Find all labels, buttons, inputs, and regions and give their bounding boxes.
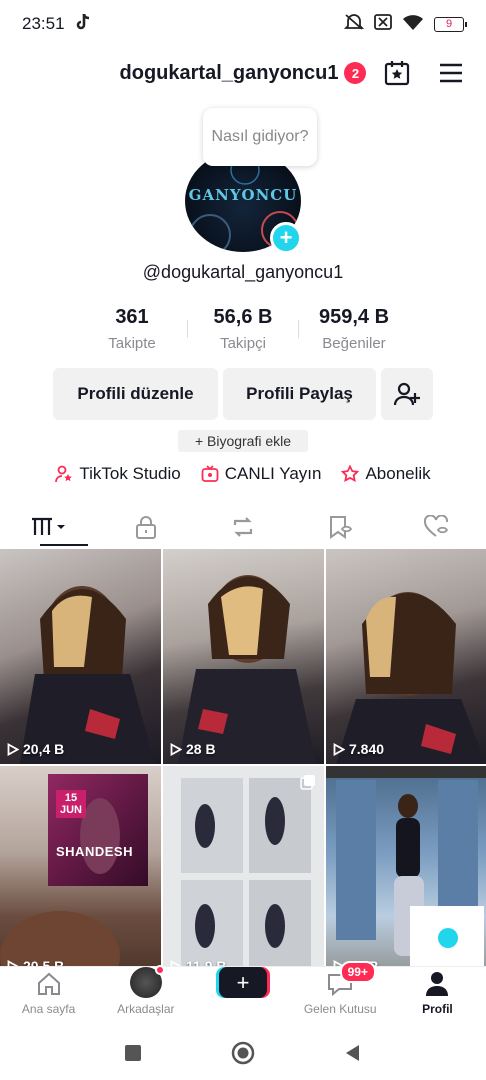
video-grid-icon xyxy=(31,517,65,535)
stat-likes[interactable]: 959,4 B Beğeniler xyxy=(299,306,409,352)
profile-header: dogukartal_ganyoncu1 2 xyxy=(0,48,486,98)
video-thumbnail[interactable]: 20,4 B xyxy=(0,549,161,764)
profile-icon xyxy=(426,972,449,996)
add-friend-button[interactable] xyxy=(381,368,433,420)
add-person-icon xyxy=(393,382,420,406)
home-icon xyxy=(37,972,60,995)
view-count: 28 B xyxy=(170,741,216,757)
profile-stats: 361 Takipte 56,6 B Takipçi 959,4 B Beğen… xyxy=(0,306,486,352)
heart-hidden-icon xyxy=(424,515,449,537)
view-count: 7.840 xyxy=(333,741,384,757)
subscription-label: Abonelik xyxy=(365,464,431,483)
stat-followers[interactable]: 56,6 B Takipçi xyxy=(188,306,298,352)
mute-icon xyxy=(343,13,365,36)
nav-profile-label: Profil xyxy=(422,1002,453,1016)
bottom-navigation: Ana sayfa Arkadaşlar + 99+ Gelen Kutusu … xyxy=(0,961,486,1026)
lock-icon xyxy=(135,516,156,539)
video-grid: 20,4 B 28 B 7.840 15 JUN SHANDESH 20,5 B… xyxy=(0,549,486,981)
stat-likes-label: Beğeniler xyxy=(322,335,386,352)
friends-notification-dot xyxy=(154,965,165,975)
stat-followers-value: 56,6 B xyxy=(213,306,273,328)
play-icon xyxy=(170,742,182,756)
back-icon[interactable] xyxy=(343,1043,363,1063)
menu-icon[interactable] xyxy=(436,58,466,88)
tab-reposts[interactable] xyxy=(194,505,291,549)
play-icon xyxy=(333,742,345,756)
video-thumbnail[interactable]: 15 JUN SHANDESH 20,5 B xyxy=(0,766,161,981)
view-count-value: 7.840 xyxy=(349,741,385,757)
profile-handle: @dogukartal_ganyoncu1 xyxy=(142,262,344,282)
view-count-value: 20,4 B xyxy=(23,741,65,757)
no-sim-icon xyxy=(374,13,392,35)
carousel-icon xyxy=(300,775,315,790)
bookmark-hidden-icon xyxy=(330,516,353,539)
add-bio-button[interactable]: + Biyografi ekle xyxy=(178,430,308,452)
subscription-star-icon xyxy=(341,465,360,482)
subscription-link[interactable]: Abonelik xyxy=(341,464,431,484)
content-tabs xyxy=(0,505,486,549)
nav-create[interactable]: + xyxy=(194,967,291,1026)
stat-following-value: 361 xyxy=(115,306,149,328)
add-story-button[interactable]: + xyxy=(270,222,302,254)
video-thumbnail[interactable]: 7.840 xyxy=(326,549,486,764)
tab-videos[interactable] xyxy=(0,505,97,549)
quick-links: TikTok Studio CANLI Yayın Abonelik xyxy=(0,464,486,484)
nav-inbox-label: Gelen Kutusu xyxy=(303,1002,377,1016)
view-count-value: 28 B xyxy=(186,741,216,757)
home-circle-icon[interactable] xyxy=(231,1041,255,1065)
nav-home[interactable]: Ana sayfa xyxy=(0,967,97,1026)
system-navigation xyxy=(0,1026,486,1080)
header-username[interactable]: dogukartal_ganyoncu1 xyxy=(120,62,339,85)
video-thumbnail[interactable]: 28 B xyxy=(163,549,324,764)
live-label: CANLI Yayın xyxy=(224,464,322,483)
nav-friends-label: Arkadaşlar xyxy=(117,1002,175,1016)
nav-profile[interactable]: Profil xyxy=(389,967,486,1026)
battery-indicator: 9 xyxy=(434,16,467,32)
live-link[interactable]: CANLI Yayın xyxy=(201,464,322,484)
video-thumbnail[interactable]: 14 B xyxy=(326,766,486,981)
studio-person-icon xyxy=(55,465,73,483)
avatar-logo-text: GANYONCU xyxy=(188,186,298,204)
tiktok-notification-icon xyxy=(75,13,91,36)
stat-followers-label: Takipçi xyxy=(220,335,266,352)
poster-date: 15 JUN xyxy=(56,790,86,819)
status-bubble[interactable]: Nasıl gidiyor? xyxy=(203,108,317,166)
tab-private[interactable] xyxy=(97,505,194,549)
tiktok-studio-label: TikTok Studio xyxy=(79,464,181,483)
nav-home-label: Ana sayfa xyxy=(21,1002,76,1016)
tab-saved[interactable] xyxy=(292,505,389,549)
nav-inbox[interactable]: 99+ Gelen Kutusu xyxy=(292,961,389,1026)
account-notification-badge: 2 xyxy=(344,62,367,84)
stat-following-label: Takipte xyxy=(108,335,156,352)
play-icon xyxy=(7,742,19,756)
tiktok-studio-link[interactable]: TikTok Studio xyxy=(55,464,181,484)
status-bar: 23:51 9 xyxy=(0,0,486,48)
recents-icon[interactable] xyxy=(123,1043,143,1063)
tab-liked[interactable] xyxy=(389,505,486,549)
create-plus-icon: + xyxy=(219,967,267,998)
poster-name: SHANDESH xyxy=(56,844,133,859)
stat-likes-value: 959,4 B xyxy=(318,306,390,328)
repost-icon xyxy=(233,517,253,537)
inbox-count-badge: 99+ xyxy=(339,961,376,983)
view-count: 20,4 B xyxy=(7,741,64,757)
share-profile-button[interactable]: Profili Paylaş xyxy=(223,368,376,420)
stat-following[interactable]: 361 Takipte xyxy=(77,306,187,352)
calendar-star-icon[interactable] xyxy=(382,58,412,88)
video-thumbnail[interactable]: 11,9 B xyxy=(163,766,324,981)
live-tv-icon xyxy=(201,465,219,482)
active-tab-indicator xyxy=(40,544,88,546)
status-time: 23:51 xyxy=(22,14,65,33)
friends-avatar xyxy=(129,965,165,998)
wifi-icon xyxy=(402,14,424,35)
nav-friends[interactable]: Arkadaşlar xyxy=(97,965,194,1026)
edit-profile-button[interactable]: Profili düzenle xyxy=(53,368,218,420)
